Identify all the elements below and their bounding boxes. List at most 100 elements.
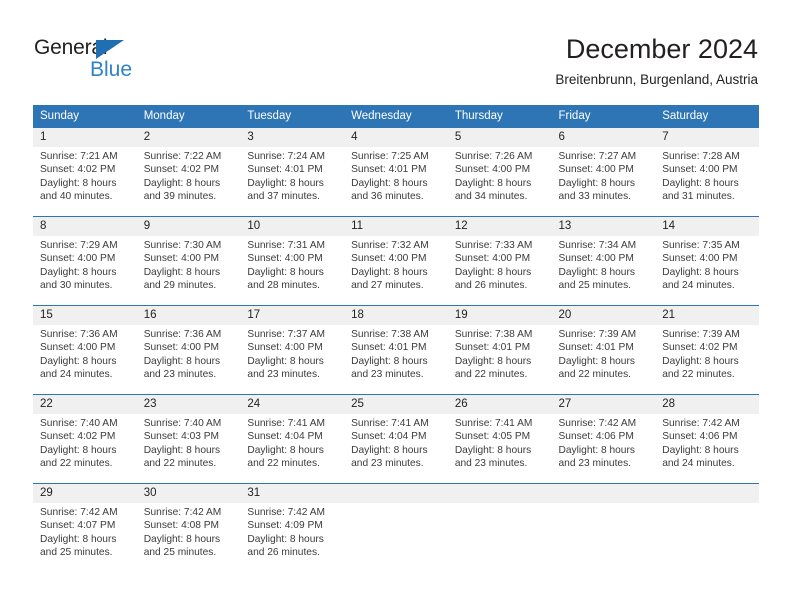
daylight-text-line1: Daylight: 8 hours bbox=[247, 266, 324, 278]
weekday-header-friday: Friday bbox=[551, 105, 656, 128]
sunrise-text: Sunrise: 7:26 AM bbox=[454, 151, 533, 162]
day-cell[interactable]: 23 Sunrise: 7:40 AM Sunset: 4:03 PM Dayligh… bbox=[136, 394, 241, 484]
daylight-text-line1: Daylight: 8 hours bbox=[351, 355, 428, 367]
daylight-text-line2: and 33 minutes. bbox=[558, 191, 632, 203]
sunrise-text: Sunrise: 7:42 AM bbox=[247, 507, 325, 518]
day-number: 5 bbox=[447, 128, 552, 147]
day-cell[interactable]: 10 Sunrise: 7:31 AM Sunset: 4:00 PM Dayligh… bbox=[240, 216, 345, 306]
day-cell[interactable]: 6 Sunrise: 7:27 AM Sunset: 4:00 PM Daylight… bbox=[551, 127, 656, 217]
sunset-text: Sunset: 4:00 PM bbox=[558, 164, 634, 176]
day-number: 20 bbox=[551, 306, 656, 325]
day-cell[interactable]: 12 Sunrise: 7:33 AM Sunset: 4:00 PM Dayligh… bbox=[447, 216, 552, 306]
day-cell[interactable]: 15 Sunrise: 7:36 AM Sunset: 4:00 PM Dayligh… bbox=[33, 305, 137, 395]
daylight-text-line1: Daylight: 8 hours bbox=[143, 355, 221, 367]
day-details: Sunrise: 7:41 AM Sunset: 4:05 PM Daylight:… bbox=[448, 414, 552, 471]
daylight-text-line1: Daylight: 8 hours bbox=[143, 533, 221, 545]
sunset-text: Sunset: 4:00 PM bbox=[662, 164, 738, 176]
day-details: Sunrise: 7:42 AM Sunset: 4:08 PM Daylight:… bbox=[137, 503, 241, 560]
daylight-text-line1: Daylight: 8 hours bbox=[247, 444, 324, 456]
daylight-text-line2: and 23 minutes. bbox=[454, 458, 528, 470]
day-cell[interactable]: 8 Sunrise: 7:29 AM Sunset: 4:00 PM Daylight… bbox=[33, 216, 137, 306]
general-blue-logo[interactable]: General Blue bbox=[34, 36, 234, 84]
day-cell[interactable]: 21 Sunrise: 7:39 AM Sunset: 4:02 PM Dayligh… bbox=[655, 305, 759, 395]
sunrise-text: Sunrise: 7:42 AM bbox=[662, 418, 740, 429]
weekday-header-saturday: Saturday bbox=[655, 105, 759, 128]
day-number: 8 bbox=[33, 217, 137, 236]
day-cell[interactable]: 13 Sunrise: 7:34 AM Sunset: 4:00 PM Dayligh… bbox=[551, 216, 656, 306]
daylight-text-line2: and 37 minutes. bbox=[247, 191, 320, 203]
day-cell[interactable]: 17 Sunrise: 7:37 AM Sunset: 4:00 PM Dayligh… bbox=[240, 305, 345, 395]
sunset-text: Sunset: 4:08 PM bbox=[143, 520, 220, 532]
day-number: 1 bbox=[33, 128, 137, 147]
day-details bbox=[552, 503, 656, 506]
weekday-header-monday: Monday bbox=[136, 105, 241, 128]
sunset-text: Sunset: 4:01 PM bbox=[558, 342, 634, 354]
day-number: 26 bbox=[447, 395, 552, 414]
day-details: Sunrise: 7:38 AM Sunset: 4:01 PM Daylight:… bbox=[448, 325, 552, 382]
daylight-text-line2: and 29 minutes. bbox=[143, 280, 217, 292]
day-cell[interactable]: 30 Sunrise: 7:42 AM Sunset: 4:08 PM Dayligh… bbox=[136, 483, 241, 573]
day-cell[interactable]: 11 Sunrise: 7:32 AM Sunset: 4:00 PM Dayligh… bbox=[344, 216, 448, 306]
day-cell[interactable]: 1 Sunrise: 7:21 AM Sunset: 4:02 PM Daylight… bbox=[33, 127, 137, 217]
day-cell[interactable]: 31 Sunrise: 7:42 AM Sunset: 4:09 PM Dayligh… bbox=[240, 483, 345, 573]
week-row: 8 Sunrise: 7:29 AM Sunset: 4:00 PM Daylight… bbox=[33, 216, 759, 306]
day-cell[interactable]: 27 Sunrise: 7:42 AM Sunset: 4:06 PM Dayligh… bbox=[551, 394, 656, 484]
weekday-header-tuesday: Tuesday bbox=[240, 105, 345, 128]
day-cell[interactable]: 28 Sunrise: 7:42 AM Sunset: 4:06 PM Dayligh… bbox=[655, 394, 759, 484]
daylight-text-line2: and 23 minutes. bbox=[351, 369, 424, 381]
day-details: Sunrise: 7:22 AM Sunset: 4:02 PM Daylight:… bbox=[137, 147, 241, 204]
sunrise-text: Sunrise: 7:25 AM bbox=[351, 151, 429, 162]
sunrise-text: Sunrise: 7:35 AM bbox=[662, 240, 740, 251]
day-details: Sunrise: 7:42 AM Sunset: 4:09 PM Daylight:… bbox=[240, 503, 344, 560]
day-details: Sunrise: 7:25 AM Sunset: 4:01 PM Daylight:… bbox=[344, 147, 448, 204]
sunrise-text: Sunrise: 7:42 AM bbox=[558, 418, 637, 429]
calendar-header-row: Sunday Monday Tuesday Wednesday Thursday… bbox=[33, 105, 759, 128]
daylight-text-line1: Daylight: 8 hours bbox=[558, 177, 635, 189]
day-cell[interactable]: 29 Sunrise: 7:42 AM Sunset: 4:07 PM Dayligh… bbox=[33, 483, 137, 573]
day-details: Sunrise: 7:41 AM Sunset: 4:04 PM Daylight:… bbox=[344, 414, 448, 471]
day-number: 24 bbox=[240, 395, 345, 414]
day-cell[interactable]: 3 Sunrise: 7:24 AM Sunset: 4:01 PM Daylight… bbox=[240, 127, 345, 217]
daylight-text-line2: and 34 minutes. bbox=[454, 191, 528, 203]
calendar-body: 1 Sunrise: 7:21 AM Sunset: 4:02 PM Daylight… bbox=[33, 127, 759, 573]
sunset-text: Sunset: 4:01 PM bbox=[351, 164, 427, 176]
day-cell[interactable]: 4 Sunrise: 7:25 AM Sunset: 4:01 PM Daylight… bbox=[344, 127, 448, 217]
sunrise-text: Sunrise: 7:34 AM bbox=[558, 240, 637, 251]
day-number: 14 bbox=[655, 217, 759, 236]
day-details bbox=[448, 503, 552, 506]
day-cell[interactable]: 26 Sunrise: 7:41 AM Sunset: 4:05 PM Dayligh… bbox=[447, 394, 552, 484]
day-cell[interactable]: 25 Sunrise: 7:41 AM Sunset: 4:04 PM Dayligh… bbox=[344, 394, 448, 484]
sunset-text: Sunset: 4:00 PM bbox=[558, 253, 634, 265]
day-cell[interactable]: 2 Sunrise: 7:22 AM Sunset: 4:02 PM Daylight… bbox=[136, 127, 241, 217]
daylight-text-line2: and 22 minutes. bbox=[558, 369, 632, 381]
day-cell[interactable]: 5 Sunrise: 7:26 AM Sunset: 4:00 PM Daylight… bbox=[447, 127, 552, 217]
daylight-text-line1: Daylight: 8 hours bbox=[454, 177, 532, 189]
daylight-text-line1: Daylight: 8 hours bbox=[454, 444, 532, 456]
day-cell-empty bbox=[551, 483, 656, 573]
sunset-text: Sunset: 4:09 PM bbox=[247, 520, 323, 532]
day-cell[interactable]: 16 Sunrise: 7:36 AM Sunset: 4:00 PM Dayligh… bbox=[136, 305, 241, 395]
sunset-text: Sunset: 4:00 PM bbox=[454, 164, 531, 176]
sunset-text: Sunset: 4:06 PM bbox=[662, 431, 738, 443]
day-cell[interactable]: 18 Sunrise: 7:38 AM Sunset: 4:01 PM Dayligh… bbox=[344, 305, 448, 395]
daylight-text-line2: and 39 minutes. bbox=[143, 191, 217, 203]
day-cell[interactable]: 14 Sunrise: 7:35 AM Sunset: 4:00 PM Dayligh… bbox=[655, 216, 759, 306]
day-cell[interactable]: 19 Sunrise: 7:38 AM Sunset: 4:01 PM Dayligh… bbox=[447, 305, 552, 395]
day-number: 11 bbox=[344, 217, 448, 236]
day-number: 12 bbox=[447, 217, 552, 236]
day-details: Sunrise: 7:30 AM Sunset: 4:00 PM Daylight:… bbox=[137, 236, 241, 293]
day-cell[interactable]: 24 Sunrise: 7:41 AM Sunset: 4:04 PM Dayligh… bbox=[240, 394, 345, 484]
sunrise-text: Sunrise: 7:40 AM bbox=[40, 418, 118, 429]
day-cell[interactable]: 22 Sunrise: 7:40 AM Sunset: 4:02 PM Dayligh… bbox=[33, 394, 137, 484]
day-number bbox=[655, 484, 759, 503]
sunrise-text: Sunrise: 7:32 AM bbox=[351, 240, 429, 251]
day-number: 17 bbox=[240, 306, 345, 325]
day-number: 10 bbox=[240, 217, 345, 236]
day-cell[interactable]: 20 Sunrise: 7:39 AM Sunset: 4:01 PM Dayligh… bbox=[551, 305, 656, 395]
day-cell[interactable]: 9 Sunrise: 7:30 AM Sunset: 4:00 PM Daylight… bbox=[136, 216, 241, 306]
day-cell[interactable]: 7 Sunrise: 7:28 AM Sunset: 4:00 PM Daylight… bbox=[655, 127, 759, 217]
calendar-page: General Blue December 2024 Breitenbrunn,… bbox=[0, 0, 792, 612]
day-details: Sunrise: 7:32 AM Sunset: 4:00 PM Daylight:… bbox=[344, 236, 448, 293]
day-cell-empty bbox=[344, 483, 448, 573]
day-details: Sunrise: 7:36 AM Sunset: 4:00 PM Daylight:… bbox=[137, 325, 241, 382]
